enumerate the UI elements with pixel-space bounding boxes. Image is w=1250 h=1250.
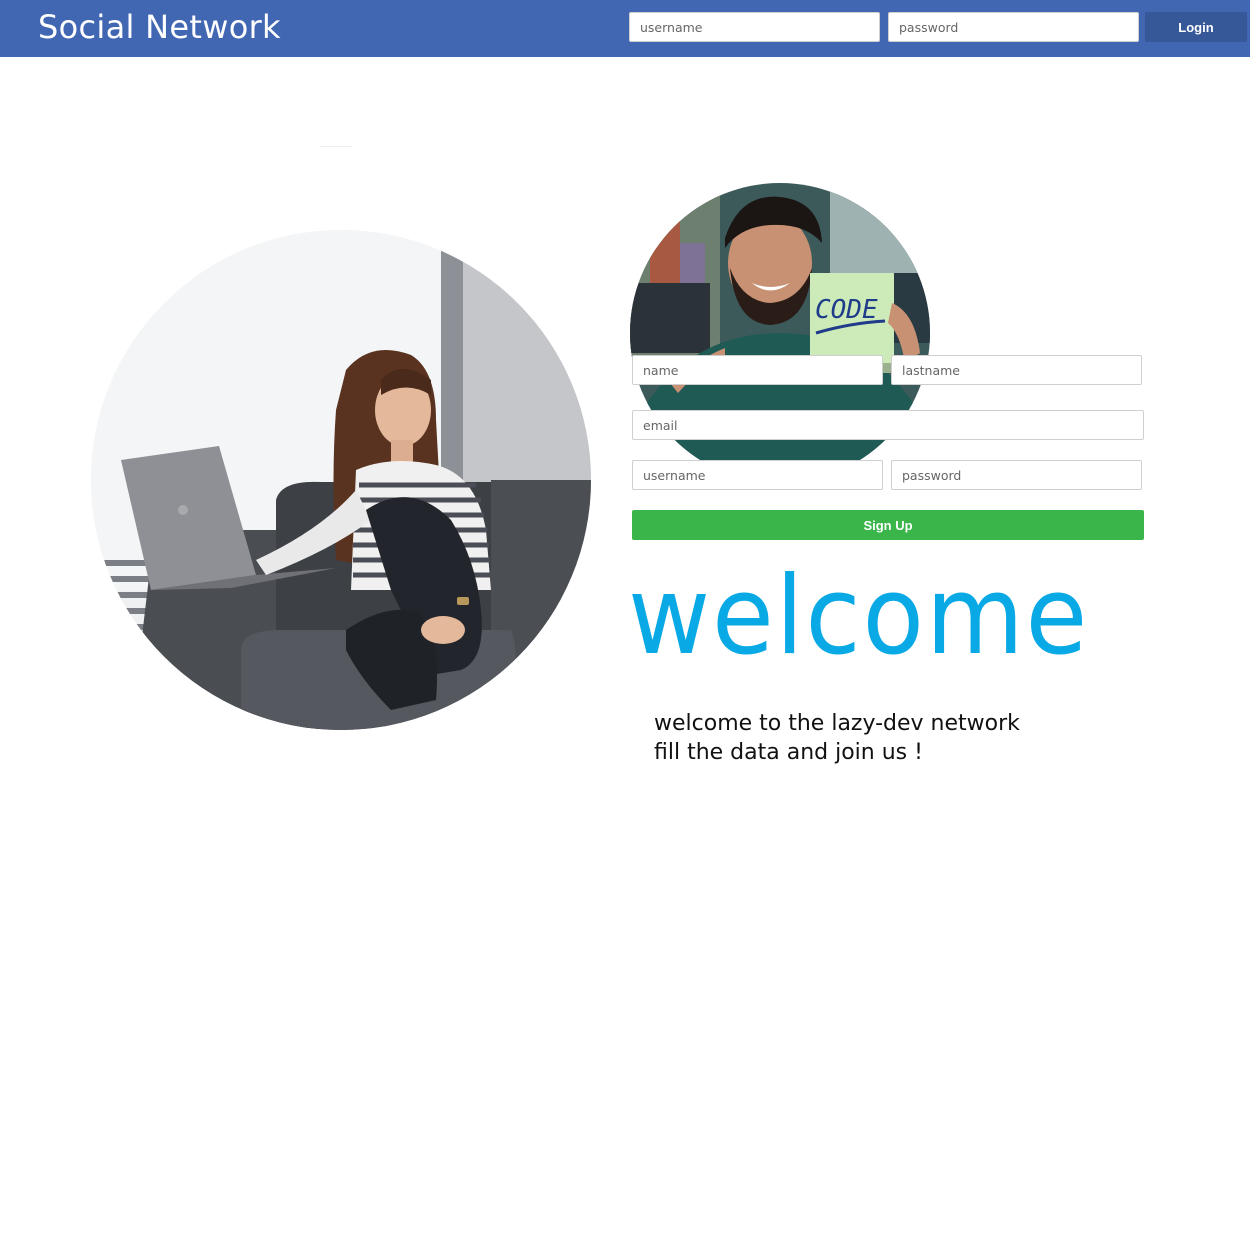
signup-lastname-input[interactable]	[891, 355, 1142, 385]
login-button[interactable]: Login	[1145, 12, 1247, 42]
login-username-input[interactable]	[629, 12, 880, 42]
welcome-description: welcome to the lazy-dev network fill the…	[654, 709, 1020, 767]
brand-title[interactable]: Social Network	[38, 5, 281, 49]
signup-username-input[interactable]	[632, 460, 883, 490]
sticky-note-text: CODE	[815, 295, 878, 325]
login-password-input[interactable]	[888, 12, 1139, 42]
divider-line	[320, 146, 352, 147]
welcome-line-2: fill the data and join us !	[654, 740, 923, 765]
welcome-heading: welcome	[628, 554, 1090, 679]
signup-email-input[interactable]	[632, 410, 1144, 440]
signup-button[interactable]: Sign Up	[632, 510, 1144, 540]
signup-password-input[interactable]	[891, 460, 1142, 490]
signup-name-input[interactable]	[632, 355, 883, 385]
welcome-line-1: welcome to the lazy-dev network	[654, 711, 1020, 736]
hero-photo-woman-laptop	[91, 230, 591, 730]
top-navbar: Social Network Login	[0, 0, 1250, 57]
